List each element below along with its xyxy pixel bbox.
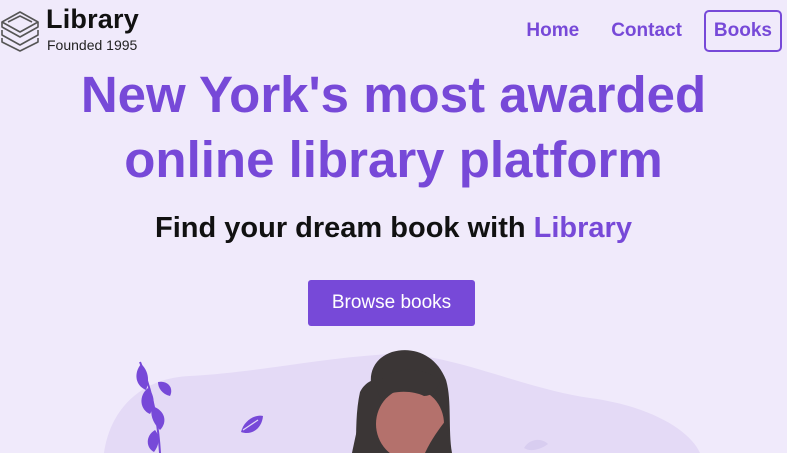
hero-subtitle: Find your dream book with Library <box>0 212 787 245</box>
logo-subtitle: Founded 1995 <box>47 37 138 53</box>
landing-page: Library Founded 1995 Home Contact Books … <box>0 0 787 453</box>
nav-contact-link[interactable]: Contact <box>611 20 682 42</box>
hero-title-line-1: New York's most awarded <box>80 66 707 123</box>
main-nav: Home Contact Books <box>494 10 782 52</box>
hero-subtitle-text: Find your dream book with <box>155 212 534 244</box>
nav-books-button[interactable]: Books <box>703 10 782 52</box>
logo-title: Library <box>46 4 139 34</box>
brand-logo[interactable]: Library Founded 1995 <box>0 2 160 54</box>
hero-title-line-2: online library platform <box>124 131 663 188</box>
browse-books-button[interactable]: Browse books <box>308 280 475 326</box>
hero-illustration <box>104 350 700 453</box>
stacked-books-icon <box>1 11 39 52</box>
hero-title: New York's most awarded online library p… <box>0 62 787 192</box>
nav-home-link[interactable]: Home <box>526 20 579 42</box>
hero-subtitle-brand: Library <box>533 212 632 244</box>
